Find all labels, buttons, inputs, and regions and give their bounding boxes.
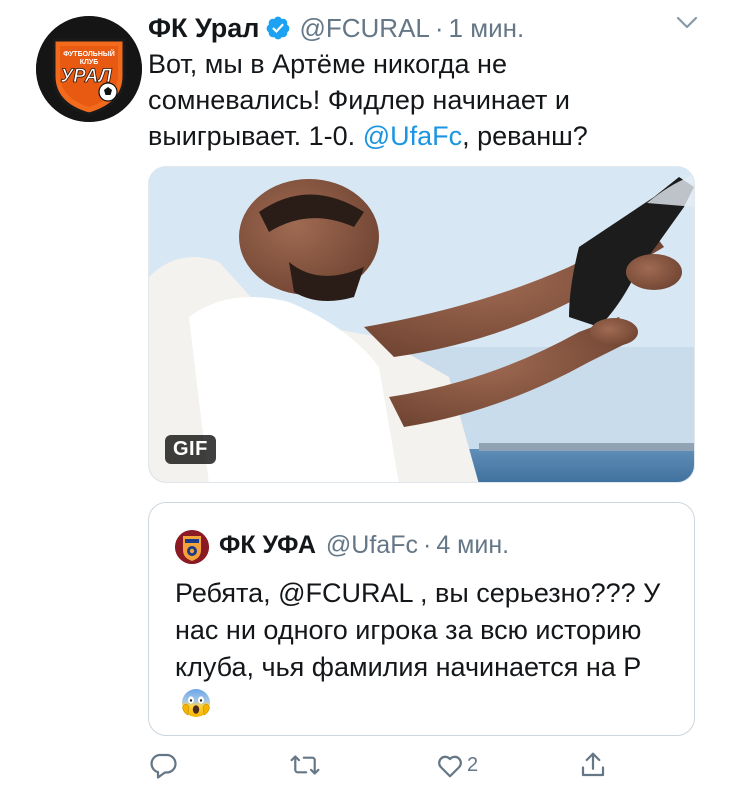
svg-text:ФУТБОЛЬНЫЙ: ФУТБОЛЬНЫЙ xyxy=(63,49,115,58)
quoted-author-handle[interactable]: @UfaFc xyxy=(326,531,418,560)
separator-dot: · xyxy=(422,530,432,559)
share-button[interactable] xyxy=(578,748,608,782)
reply-icon xyxy=(150,753,177,779)
retweet-button[interactable] xyxy=(288,748,322,782)
fc-ufa-logo xyxy=(175,530,209,564)
quoted-author-name[interactable]: ФК УФА xyxy=(219,531,316,560)
quoted-tweet[interactable]: ФК УФА @UfaFc · 4 мин. Ребята, @FCURAL ,… xyxy=(148,502,695,736)
tweet: ФУТБОЛЬНЫЙ КЛУБ УРАЛ ФК Урал @FCURAL · 1… xyxy=(0,0,730,797)
reply-button[interactable] xyxy=(148,748,178,782)
quoted-text: Ребята, @FCURAL , вы серьезно??? У нас н… xyxy=(175,575,675,723)
like-count: 2 xyxy=(467,753,479,776)
screaming-face-icon xyxy=(182,689,210,717)
verified-badge-icon xyxy=(267,16,290,40)
tweet-text: Вот, мы в Артёме никогда не сомневались!… xyxy=(148,46,668,154)
chevron-down-icon[interactable] xyxy=(676,16,698,30)
quoted-timestamp[interactable]: 4 мин. xyxy=(436,531,509,560)
tweet-text-after: , реванш? xyxy=(462,121,588,151)
tweet-actions: 2 xyxy=(148,748,668,788)
author-handle[interactable]: @FCURAL xyxy=(299,13,429,44)
quoted-text-body: Ребята, @FCURAL , вы серьезно??? У нас н… xyxy=(175,578,661,682)
gif-badge: GIF xyxy=(165,435,216,464)
retweet-icon xyxy=(290,755,320,775)
fc-ural-logo: ФУТБОЛЬНЫЙ КЛУБ УРАЛ xyxy=(36,16,142,122)
tweet-timestamp[interactable]: 1 мин. xyxy=(449,13,525,44)
like-icon xyxy=(438,755,462,778)
separator-dot: · xyxy=(434,12,444,43)
share-icon xyxy=(581,752,605,777)
svg-text:КЛУБ: КЛУБ xyxy=(80,59,99,66)
avatar[interactable]: ФУТБОЛЬНЫЙ КЛУБ УРАЛ xyxy=(36,16,142,122)
tweet-header: ФК Урал @FCURAL · 1 мин. xyxy=(148,10,524,46)
author-name[interactable]: ФК Урал xyxy=(148,13,259,44)
gif-media[interactable]: GIF xyxy=(148,166,695,483)
mention-link[interactable]: @UfaFc xyxy=(363,121,462,151)
gif-frame-image xyxy=(149,167,694,482)
quoted-header: ФК УФА @UfaFc · 4 мин. xyxy=(219,528,509,562)
quoted-avatar[interactable] xyxy=(175,530,209,564)
like-button[interactable]: 2 xyxy=(435,748,478,782)
